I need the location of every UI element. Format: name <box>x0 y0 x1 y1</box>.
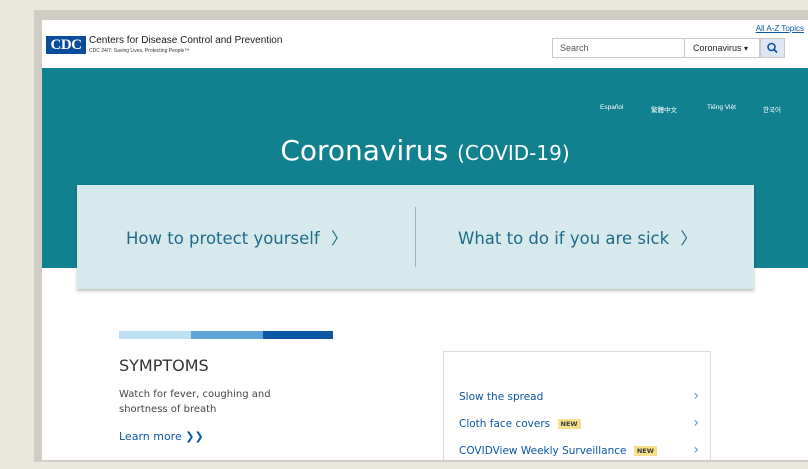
site-header: CDC Centers for Disease Control and Prev… <box>42 20 808 68</box>
card-protect-yourself-label: How to protect yourself <box>126 229 320 248</box>
chevron-right-icon: › <box>693 442 699 458</box>
new-badge: NEW <box>557 419 581 429</box>
symptoms-heading: SYMPTOMS <box>119 356 209 375</box>
card-if-sick-label: What to do if you are sick <box>458 229 670 248</box>
link-covidview-surveillance[interactable]: COVIDView Weekly Surveillance NEW › <box>459 442 699 458</box>
quick-links-box: Slow the spread › Cloth face covers NEW … <box>443 351 711 460</box>
chevron-right-icon: › <box>693 388 699 404</box>
card-if-sick[interactable]: What to do if you are sick 〉 <box>458 225 697 249</box>
link-label: COVIDView Weekly Surveillance <box>459 445 627 457</box>
link-cloth-face-covers[interactable]: Cloth face covers NEW › <box>459 415 699 431</box>
search-button[interactable] <box>760 38 785 58</box>
lang-link-vietnamese[interactable]: Tiếng Việt <box>707 104 736 111</box>
cdc-page: CDC Centers for Disease Control and Prev… <box>42 20 808 460</box>
chevron-right-icon: › <box>693 415 699 431</box>
lang-link-korean[interactable]: 한국어 <box>763 104 781 114</box>
learn-more-link[interactable]: Learn more ❯❯ <box>119 430 204 443</box>
search-icon <box>767 42 778 53</box>
double-chevron-right-icon: ❯❯ <box>185 430 204 443</box>
search-scope-dropdown[interactable]: Coronavirus ▾ <box>684 38 760 58</box>
all-a-z-topics-link[interactable]: All A-Z Topics <box>756 24 804 33</box>
chevron-right-icon: 〉 <box>680 229 697 248</box>
chevron-right-icon: 〉 <box>330 229 348 248</box>
page-title-main: Coronavirus <box>280 134 449 167</box>
lang-link-chinese[interactable]: 繁體中文 <box>651 104 677 114</box>
search-input[interactable]: Search <box>552 38 684 58</box>
link-label: Slow the spread <box>459 391 544 403</box>
new-badge: NEW <box>633 446 657 456</box>
link-label: Cloth face covers <box>459 418 551 430</box>
lang-link-spanish[interactable]: Español <box>600 104 624 111</box>
accent-bar-dark <box>263 331 333 339</box>
page-title: Coronavirus (COVID-19) <box>42 134 808 167</box>
symptoms-description: Watch for fever, coughing and shortness … <box>119 389 271 415</box>
card-protect-yourself[interactable]: How to protect yourself 〉 <box>126 225 347 249</box>
link-slow-the-spread[interactable]: Slow the spread › <box>459 388 699 404</box>
page-title-sub: (COVID-19) <box>457 141 570 165</box>
accent-bar-mid <box>191 331 263 339</box>
search-scope-label: Coronavirus <box>693 43 742 53</box>
cdc-logo[interactable]: CDC <box>46 36 86 54</box>
learn-more-label: Learn more <box>119 430 182 443</box>
feature-cards: How to protect yourself 〉 What to do if … <box>77 185 754 289</box>
card-divider <box>415 207 416 267</box>
chevron-down-icon: ▾ <box>744 44 749 53</box>
agency-tagline: CDC 24/7: Saving Lives, Protecting Peopl… <box>89 48 190 54</box>
accent-bar-light <box>119 331 191 339</box>
agency-name[interactable]: Centers for Disease Control and Preventi… <box>89 35 282 46</box>
